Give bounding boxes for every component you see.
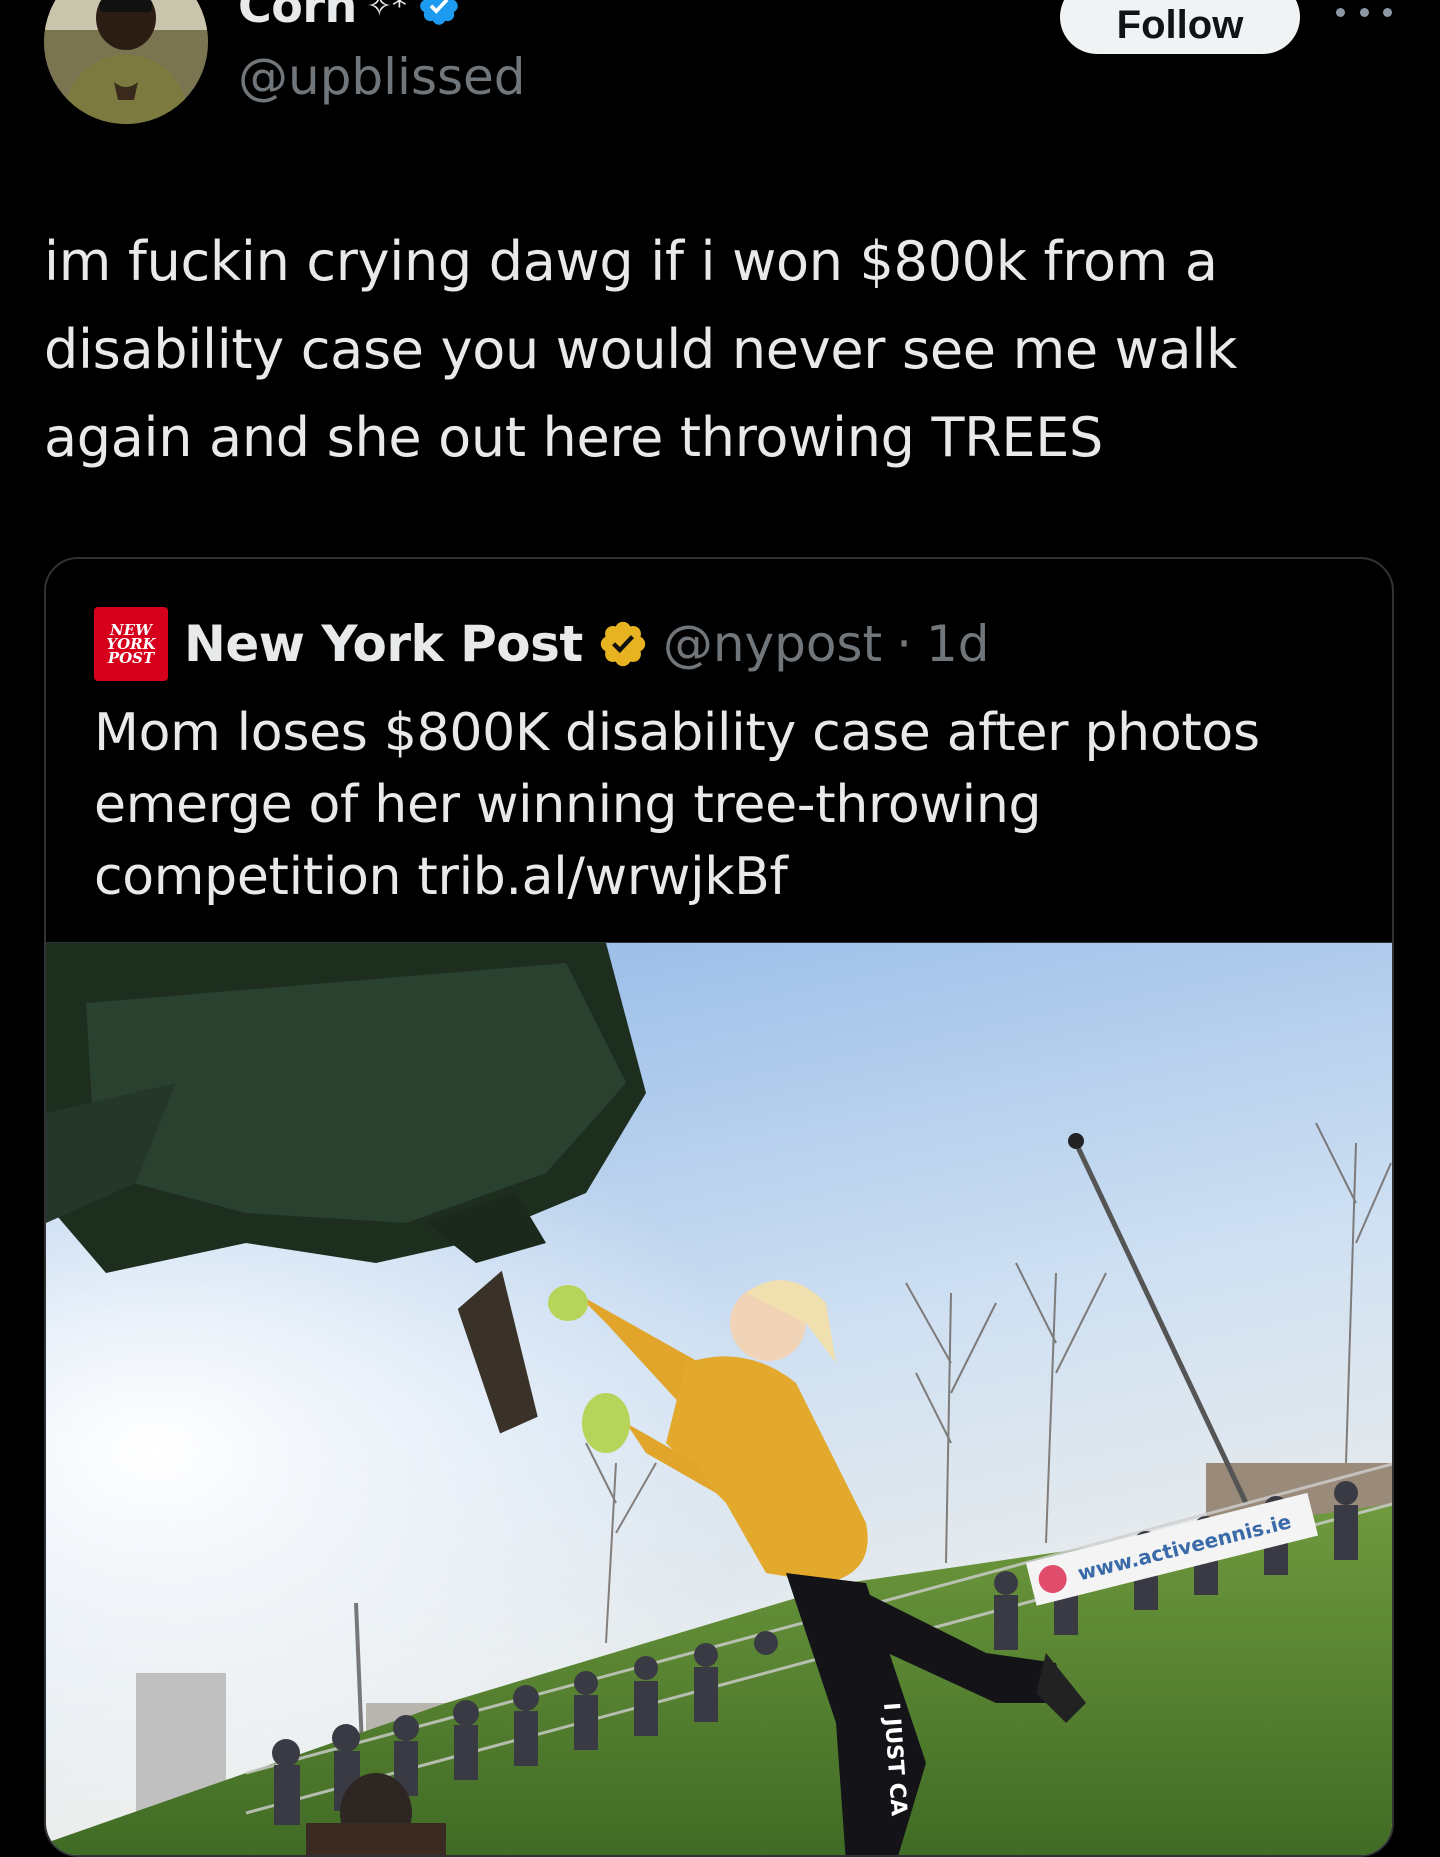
quoted-header: NEW YORK POST New York Post @nypost · 1d [94,607,990,681]
logo-line: POST [107,649,155,667]
user-avatar-photo [44,0,208,124]
author-avatar[interactable] [44,0,208,124]
quoted-photo[interactable]: www.activeennis.ie I JUST CA [46,942,1392,1855]
quoted-handle[interactable]: @nypost [663,615,882,673]
dot [1336,7,1345,17]
author-name-row[interactable]: Corn ✧* [238,0,461,36]
quoted-timestamp[interactable]: 1d [926,615,990,673]
tree-throwing-photo: www.activeennis.ie I JUST CA [46,943,1392,1855]
tweet-text: im fuckin crying dawg if i won $800k fro… [44,230,1238,469]
verified-blue-badge-icon [420,0,458,25]
more-options-icon[interactable] [1336,0,1392,30]
verified-gold-badge-icon [600,621,646,667]
dot [1359,7,1369,17]
sparkle-emoji: ✧* [366,0,407,24]
dot [1383,7,1392,17]
nypost-logo[interactable]: NEW YORK POST [94,607,168,681]
separator-dot: · [896,615,912,673]
quoted-display-name[interactable]: New York Post [184,615,583,673]
quoted-tweet-card[interactable]: NEW YORK POST New York Post @nypost · 1d… [44,557,1394,1857]
author-handle[interactable]: @upblissed [238,48,526,106]
quoted-text: Mom loses $800K disability case after ph… [94,703,1260,907]
author-display-name[interactable]: Corn [238,0,357,33]
follow-button[interactable]: Follow [1060,0,1300,54]
